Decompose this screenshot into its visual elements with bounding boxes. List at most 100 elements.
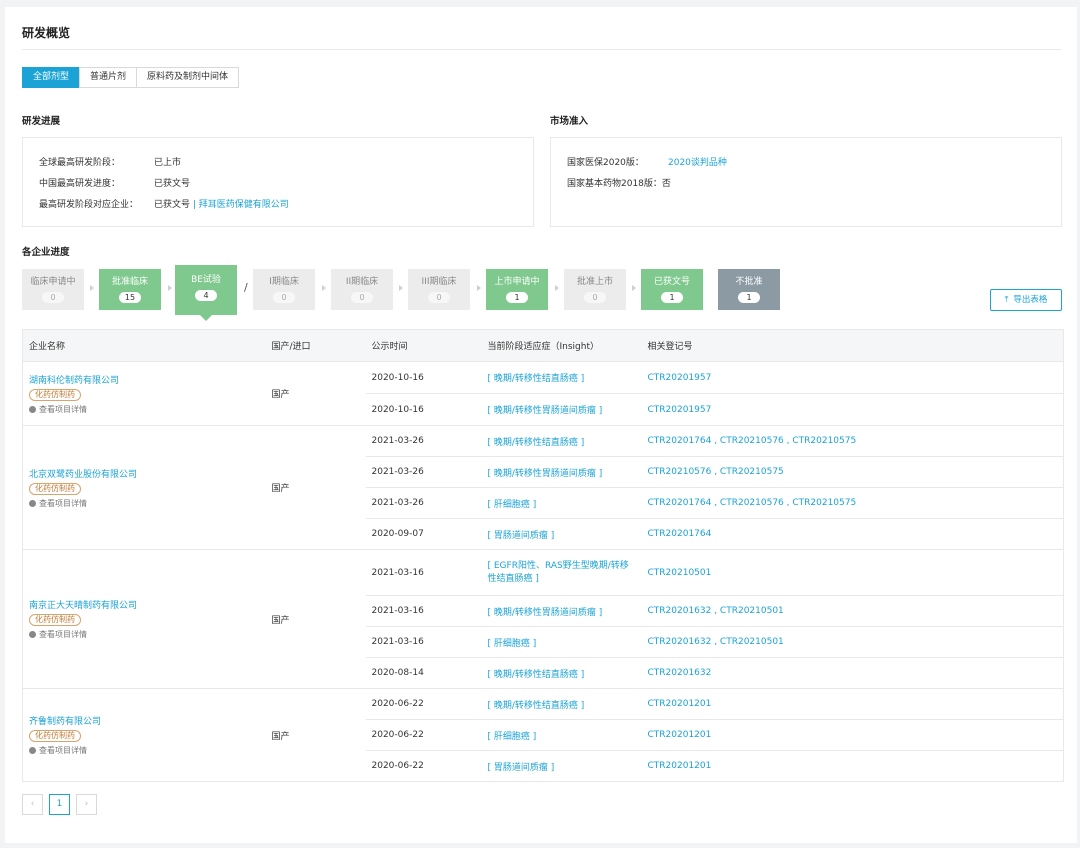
stage-label: III期临床 xyxy=(421,277,457,287)
indication-link[interactable]: [ 肝细胞癌 ] xyxy=(481,719,642,751)
essential-drug-row: 国家基本药物2018版：否 xyxy=(567,176,671,189)
stage-be-trial[interactable]: BE试验 4 xyxy=(175,265,237,321)
stage-label: 临床申请中 xyxy=(30,277,76,287)
view-icon xyxy=(29,405,36,413)
indication-link[interactable]: [ 晚期/转移性结直肠癌 ] xyxy=(481,361,642,394)
tab-all-dosage[interactable]: 全部剂型 xyxy=(22,67,81,88)
nhsa-value-link[interactable]: 2020谈判品种 xyxy=(668,158,727,168)
registration-link[interactable]: CTR20201201 xyxy=(641,750,1064,782)
tab-api-intermediate[interactable]: 原料药及制剂中间体 xyxy=(136,67,240,88)
enterprise-table: 企业名称 国产/进口 公示时间 当前阶段适应症（Insight） 相关登记号 湖… xyxy=(22,329,1064,782)
stage-phase-1[interactable]: I期临床 0 xyxy=(253,269,315,310)
company-name-link[interactable]: 湖南科伦制药有限公司 xyxy=(29,373,266,386)
stage-count: 1 xyxy=(661,292,683,303)
view-details-label: 查看项目详情 xyxy=(39,630,87,639)
stage-market-approved[interactable]: 批准上市 0 xyxy=(564,269,626,310)
registration-link[interactable]: CTR20210576 , CTR20210575 xyxy=(641,456,1064,488)
indication-link[interactable]: [ 肝细胞癌 ] xyxy=(481,487,642,519)
top-company-link[interactable]: 拜耳医药保健有限公司 xyxy=(199,200,289,210)
stage-phase-2[interactable]: II期临床 0 xyxy=(331,269,393,310)
registration-link[interactable]: CTR20201957 xyxy=(641,361,1064,394)
stage-label: I期临床 xyxy=(269,277,299,287)
stage-count: 0 xyxy=(351,292,373,303)
indication-link[interactable]: [ 晚期/转移性胃肠道间质瘤 ] xyxy=(481,595,642,627)
view-details-link[interactable]: 查看项目详情 xyxy=(29,745,266,756)
market-access-box: 国家医保2020版： 2020谈判品种 国家基本药物2018版：否 xyxy=(550,137,1062,227)
company-cell: 北京双鹭药业股份有限公司 化药仿制药 查看项目详情 xyxy=(22,425,266,550)
view-details-link[interactable]: 查看项目详情 xyxy=(29,629,266,640)
origin-cell: 国产 xyxy=(265,425,366,550)
registration-link[interactable]: CTR20201201 xyxy=(641,719,1064,751)
stage-count: 0 xyxy=(428,292,450,303)
company-name-link[interactable]: 北京双鹭药业股份有限公司 xyxy=(29,467,266,480)
drug-type-tag: 化药仿制药 xyxy=(29,730,81,742)
company-cell: 湖南科伦制药有限公司 化药仿制药 查看项目详情 xyxy=(22,361,266,426)
registration-link[interactable]: CTR20201764 xyxy=(641,518,1064,550)
upload-icon: ⤒ xyxy=(1004,295,1009,305)
top-company-separator: | xyxy=(190,200,199,210)
indication-link[interactable]: [ 晚期/转移性胃肠道间质瘤 ] xyxy=(481,393,642,426)
indication-link[interactable]: [ 胃肠道间质瘤 ] xyxy=(481,518,642,550)
indication-link[interactable]: [ 胃肠道间质瘤 ] xyxy=(481,750,642,782)
indication-link[interactable]: [ 晚期/转移性结直肠癌 ] xyxy=(481,425,642,457)
stage-clinical-approved[interactable]: 批准临床 15 xyxy=(99,269,161,310)
date-cell: 2020-06-22 xyxy=(365,688,482,720)
global-stage-value: 已上市 xyxy=(154,158,182,168)
china-stage-value: 已获文号 xyxy=(154,179,191,189)
date-cell: 2021-03-26 xyxy=(365,456,482,488)
stage-label: 已获文号 xyxy=(653,277,690,287)
registration-link[interactable]: CTR20210501 xyxy=(641,549,1064,596)
date-cell: 2021-03-26 xyxy=(365,487,482,519)
stage-rejected[interactable]: 不批准 1 xyxy=(718,269,780,310)
date-cell: 2020-10-16 xyxy=(365,393,482,426)
export-table-button[interactable]: ⤒ 导出表格 xyxy=(990,289,1062,311)
company-name-link[interactable]: 南京正大天晴制药有限公司 xyxy=(29,598,266,611)
tab-regular-tablet[interactable]: 普通片剂 xyxy=(79,67,138,88)
registration-link[interactable]: CTR20201632 xyxy=(641,657,1064,689)
title-divider xyxy=(22,49,1061,50)
table-row: 南京正大天晴制药有限公司 化药仿制药 查看项目详情 国产 2021-03-16 … xyxy=(22,549,1064,689)
next-page-button[interactable]: › xyxy=(76,794,97,815)
view-details-label: 查看项目详情 xyxy=(39,498,87,508)
enterprise-progress-title: 各企业进度 xyxy=(22,247,70,258)
page-1-button[interactable]: 1 xyxy=(49,794,70,815)
indication-link[interactable]: [ 肝细胞癌 ] xyxy=(481,626,642,658)
pagination: ‹ 1 › xyxy=(22,794,103,815)
drug-type-tag: 化药仿制药 xyxy=(29,482,81,495)
stage-slash: / xyxy=(244,281,248,294)
registration-link[interactable]: CTR20201632 , CTR20210501 xyxy=(641,595,1064,627)
registration-link[interactable]: CTR20201764 , CTR20210576 , CTR20210575 xyxy=(641,425,1064,457)
global-stage-label: 全球最高研发阶段： xyxy=(39,158,121,168)
col-origin: 国产/进口 xyxy=(265,329,366,362)
stage-arrow-icon xyxy=(555,285,559,291)
indication-link[interactable]: [ 晚期/转移性胃肠道间质瘤 ] xyxy=(481,456,642,488)
registration-link[interactable]: CTR20201957 xyxy=(641,393,1064,426)
top-company-value: 已获文号 xyxy=(154,200,191,210)
indication-link[interactable]: [ EGFR阳性、RAS野生型晚期/转移性结直肠癌 ] xyxy=(481,549,642,596)
stage-arrow-icon xyxy=(399,285,403,291)
registration-link[interactable]: CTR20201764 , CTR20210576 , CTR20210575 xyxy=(641,487,1064,519)
stage-count: 4 xyxy=(195,290,217,301)
view-icon xyxy=(29,499,36,507)
view-details-link[interactable]: 查看项目详情 xyxy=(29,404,266,415)
registration-link[interactable]: CTR20201201 xyxy=(641,688,1064,720)
indication-link[interactable]: [ 晚期/转移性结直肠癌 ] xyxy=(481,688,642,720)
stage-license-obtained[interactable]: 已获文号 1 xyxy=(641,269,703,310)
table-row: 北京双鹭药业股份有限公司 化药仿制药 查看项目详情 国产 2021-03-26 … xyxy=(22,425,1064,550)
view-details-label: 查看项目详情 xyxy=(39,746,87,755)
origin-cell: 国产 xyxy=(265,361,366,426)
stage-phase-3[interactable]: III期临床 0 xyxy=(408,269,470,310)
drug-type-tag: 化药仿制药 xyxy=(29,614,81,626)
company-name-link[interactable]: 齐鲁制药有限公司 xyxy=(29,714,266,727)
stage-clinical-application[interactable]: 临床申请中 0 xyxy=(22,269,84,310)
stage-label: 批准上市 xyxy=(576,277,613,287)
essential-drug-label: 国家基本药物2018版： xyxy=(567,179,662,189)
indication-link[interactable]: [ 晚期/转移性结直肠癌 ] xyxy=(481,657,642,689)
prev-page-button[interactable]: ‹ xyxy=(22,794,43,815)
view-details-link[interactable]: 查看项目详情 xyxy=(29,498,266,509)
stage-arrow-icon xyxy=(90,285,94,291)
stage-label: 上市申请中 xyxy=(494,277,540,287)
registration-link[interactable]: CTR20201632 , CTR20210501 xyxy=(641,626,1064,658)
stage-market-application[interactable]: 上市申请中 1 xyxy=(486,269,548,310)
china-stage-label: 中国最高研发进度： xyxy=(39,179,121,189)
